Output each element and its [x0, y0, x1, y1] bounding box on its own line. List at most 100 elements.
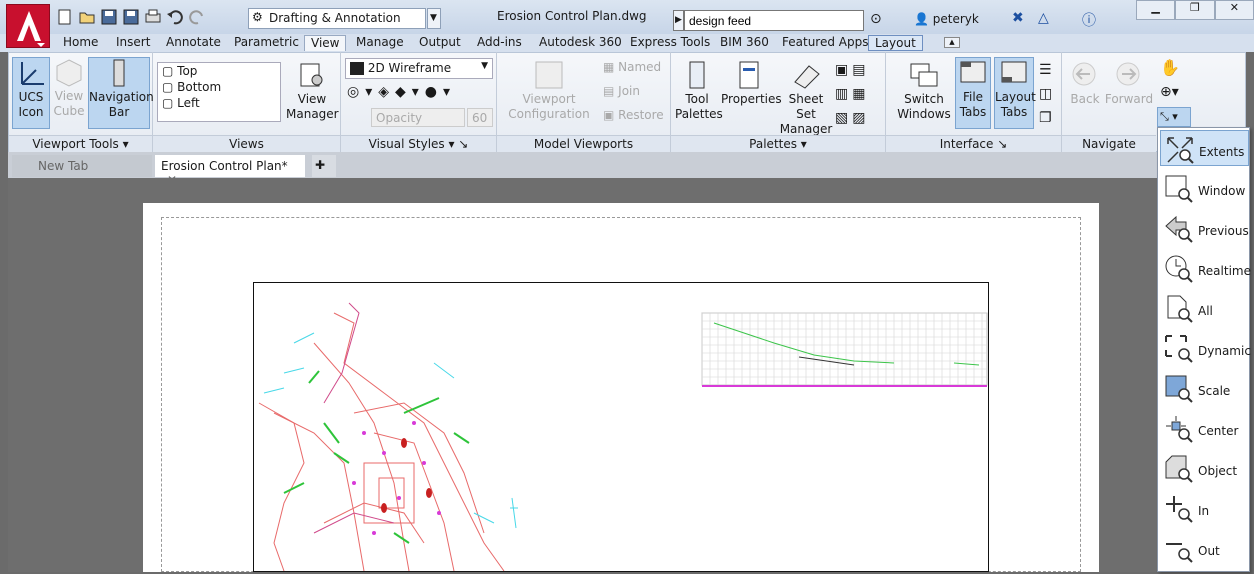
ribbon-minimize-button[interactable]: ▲ — [944, 37, 960, 48]
ucs-icon-button[interactable]: UCS Icon — [12, 57, 50, 129]
sheet-set-manager-label: Sheet Set Manager — [779, 92, 833, 136]
application-menu-button[interactable] — [6, 4, 50, 48]
zoom-scale-item[interactable]: Scale — [1160, 370, 1249, 406]
tab-bim-360[interactable]: BIM 360 — [714, 35, 775, 51]
user-account[interactable]: 👤 peteryk — [914, 12, 979, 26]
panel-title-visual-styles[interactable]: Visual Styles ▾ ↘ — [341, 135, 496, 152]
help-icon[interactable]: ⓘ — [1082, 10, 1096, 30]
tab-view[interactable]: View — [304, 35, 347, 51]
tab-output[interactable]: Output — [413, 35, 467, 51]
zoom-window-item[interactable]: Window — [1160, 170, 1249, 206]
visual-style-select[interactable]: 2D Wireframe ▼ — [345, 58, 493, 79]
doc-tab-erosion-control-plan[interactable]: Erosion Control Plan* ✕ — [155, 155, 305, 187]
binoculars-icon[interactable]: ⊙ — [870, 11, 882, 27]
tool-palettes-icon — [689, 61, 705, 89]
zoom-realtime-icon — [1165, 255, 1193, 283]
close-button[interactable]: ✕ — [1214, 0, 1254, 20]
view-item-top[interactable]: ▢ Top — [158, 63, 280, 79]
tab-parametric[interactable]: Parametric — [228, 35, 305, 51]
zoom-realtime-item[interactable]: Realtime — [1160, 250, 1251, 286]
undo-icon[interactable] — [166, 8, 184, 26]
viewport-configuration-label: Viewport Configuration — [508, 92, 590, 121]
tab-express-tools[interactable]: Express Tools — [624, 35, 716, 51]
panel-views: ▢ Top ▢ Bottom ▢ Left View Manager Views — [153, 52, 341, 152]
search-input[interactable] — [684, 10, 864, 31]
zoom-dynamic-item[interactable]: Dynamic — [1160, 330, 1251, 366]
exchange-icon[interactable]: ✖ — [1012, 10, 1024, 26]
tab-featured-apps[interactable]: Featured Apps — [776, 35, 874, 51]
join-viewports-button[interactable]: ▤ Join — [603, 84, 640, 98]
zoom-extents-split-button[interactable]: ⤡ ▾ — [1157, 107, 1191, 127]
save-icon[interactable] — [100, 8, 118, 26]
tab-manage[interactable]: Manage — [350, 35, 410, 51]
tool-palettes-button[interactable]: Tool Palettes — [675, 60, 723, 128]
new-icon[interactable] — [56, 8, 74, 26]
new-tab-button[interactable]: ✚ — [312, 155, 336, 177]
navigation-bar-button[interactable]: Navigation Bar — [88, 57, 154, 129]
palettes-title-text: Palettes — [749, 137, 797, 151]
tab-add-ins[interactable]: Add-ins — [471, 35, 528, 51]
redo-icon[interactable] — [188, 8, 206, 26]
pan-icon[interactable]: ✋ — [1160, 58, 1180, 77]
properties-button[interactable]: Properties — [721, 60, 782, 128]
view-cube-button[interactable]: View Cube — [52, 57, 86, 129]
layout-viewport[interactable] — [253, 282, 989, 572]
doc-tab-new-tab[interactable]: New Tab — [12, 155, 152, 177]
zoom-window-label: Window — [1198, 184, 1246, 198]
zoom-previous-item[interactable]: Previous — [1160, 210, 1249, 246]
chevron-down-icon: ▼ — [481, 61, 488, 71]
forward-button[interactable]: Forward — [1104, 60, 1154, 128]
user-name: peteryk — [932, 12, 979, 26]
zoom-all-icon — [1167, 295, 1193, 323]
visual-style-tools[interactable]: ◎▾◈◆▾●▾ — [347, 84, 456, 100]
panel-title-viewport-tools[interactable]: Viewport Tools ▾ — [9, 135, 152, 152]
opacity-value[interactable]: 60 — [467, 108, 493, 127]
workspace-dropdown-button[interactable]: ▼ — [427, 8, 441, 29]
switch-windows-button[interactable]: Switch Windows — [896, 60, 952, 128]
zoom-center-item[interactable]: Center — [1160, 410, 1249, 446]
viewport-configuration-button[interactable]: Viewport Configuration — [503, 60, 595, 128]
file-tabs-button[interactable]: File Tabs — [955, 57, 991, 129]
orbit-icon[interactable]: ⊕▾ — [1160, 84, 1179, 100]
named-viewports-button[interactable]: ▦ Named — [603, 60, 661, 74]
view-manager-button[interactable]: View Manager — [286, 60, 339, 128]
view-item-bottom[interactable]: ▢ Bottom — [158, 79, 280, 95]
workspace-selector[interactable]: ⚙ Drafting & Annotation — [248, 8, 426, 29]
autodesk-a360-icon[interactable]: △ — [1038, 10, 1049, 26]
tab-home[interactable]: Home — [57, 35, 104, 51]
zoom-scale-icon — [1165, 375, 1193, 403]
open-icon[interactable] — [78, 8, 96, 26]
view-item-left[interactable]: ▢ Left — [158, 95, 280, 111]
panel-title-interface[interactable]: Interface ↘ — [886, 135, 1061, 152]
back-button[interactable]: Back — [1066, 60, 1104, 128]
sheet-set-manager-button[interactable]: Sheet Set Manager — [779, 60, 833, 136]
layout-tabs-button[interactable]: Layout Tabs — [994, 57, 1036, 129]
minimize-button[interactable]: ▁ — [1136, 0, 1176, 20]
interface-small-tools[interactable]: ☰ ◫ ❐ — [1039, 58, 1059, 130]
panel-title-palettes[interactable]: Palettes ▾ — [671, 135, 885, 152]
save-as-icon[interactable] — [122, 8, 140, 26]
view-item-left-label: Left — [177, 96, 200, 110]
tab-insert[interactable]: Insert — [110, 35, 156, 51]
panel-visual-styles: 2D Wireframe ▼ ◎▾◈◆▾●▾ Opacity 60 Visual… — [341, 52, 497, 152]
zoom-extents-item[interactable]: Extents — [1160, 130, 1249, 166]
view-manager-label: View Manager — [286, 92, 339, 121]
tab-autodesk-360[interactable]: Autodesk 360 — [533, 35, 628, 51]
zoom-all-item[interactable]: All — [1160, 290, 1249, 326]
maximize-button[interactable]: ❐ — [1175, 0, 1215, 20]
tab-annotate[interactable]: Annotate — [160, 35, 227, 51]
chevron-down-icon: ▼ — [430, 13, 437, 23]
zoom-menu: Extents Window Previous Realtime All Dyn… — [1157, 127, 1251, 572]
ucs-axis-icon — [21, 62, 44, 85]
view-cube-icon — [56, 59, 82, 87]
zoom-object-item[interactable]: Object — [1160, 450, 1249, 486]
palettes-small-tools[interactable]: ▣▤ ▥▦ ▧▨ — [835, 58, 883, 130]
restore-viewports-button[interactable]: ▣ Restore — [603, 108, 664, 122]
search-expand-button[interactable]: ▶ — [673, 10, 684, 31]
zoom-out-item[interactable]: Out — [1160, 530, 1249, 566]
zoom-in-item[interactable]: In — [1160, 490, 1249, 526]
restore-label: Restore — [618, 108, 664, 122]
views-list[interactable]: ▢ Top ▢ Bottom ▢ Left — [157, 62, 281, 122]
plot-icon[interactable] — [144, 8, 162, 26]
tab-layout[interactable]: Layout — [868, 35, 923, 51]
